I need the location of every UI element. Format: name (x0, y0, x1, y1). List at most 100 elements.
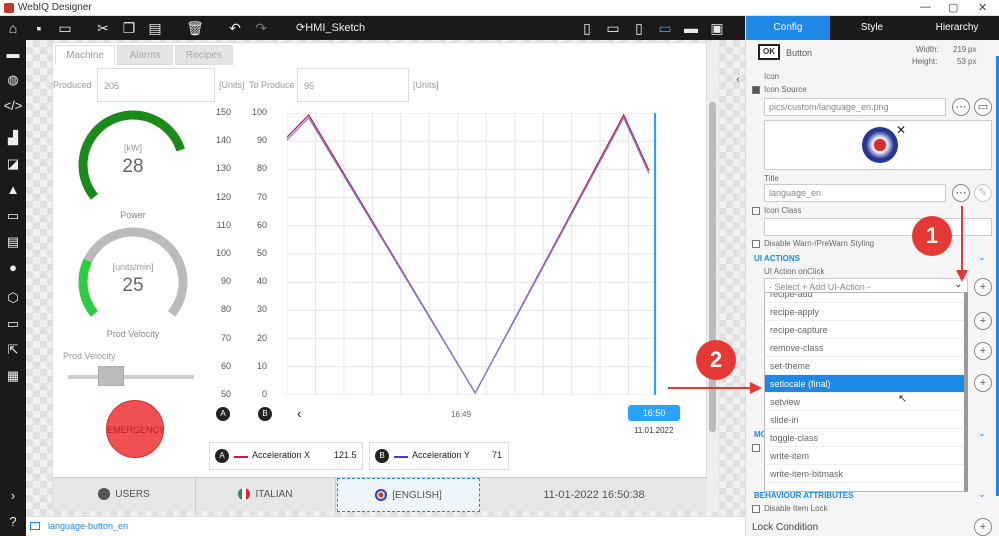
selected-item-name[interactable]: language-button_en (48, 521, 128, 531)
y-tick-label: 90 (256, 135, 267, 146)
title-bar: WebIQ Designer — ▢ ✕ (0, 0, 999, 16)
device-desktop-icon[interactable]: ▣ (706, 16, 728, 40)
globe-icon[interactable]: ◍ (0, 72, 26, 88)
paste-icon[interactable]: ▤ (144, 16, 166, 40)
legend-y-value: 71 (492, 450, 503, 460)
y-tick-label: 50 (256, 248, 267, 258)
dropdown-item[interactable]: slide-in (765, 411, 965, 429)
tab-machine[interactable]: Machine (55, 45, 115, 65)
legend-a-icon: A (215, 449, 229, 463)
italian-button[interactable]: ITALIAN (196, 478, 336, 512)
legend-b-icon: B (375, 449, 389, 463)
velocity-unit: [units/min] (112, 262, 154, 272)
y-tick-label: 70 (220, 332, 231, 343)
y-tick-label: 120 (215, 191, 231, 202)
icon-source-input[interactable]: pics/custom/language_en.png (764, 98, 946, 116)
device-phone-portrait-icon[interactable]: ▯ (576, 16, 598, 40)
velocity-title: Prod Velocity (106, 329, 160, 339)
hmi-screen: Machine Alarms Recipes Produced 205 [Uni… (52, 42, 708, 512)
app-title: WebIQ Designer (18, 2, 92, 13)
cursor-a-icon[interactable]: A (216, 407, 230, 421)
user-icon[interactable]: ● (0, 260, 26, 275)
code-icon[interactable]: </> (0, 98, 26, 113)
flag-italy-icon (238, 488, 251, 501)
behaviour-header[interactable]: BEHAVIOUR ATTRIBUTES (754, 491, 853, 500)
package-icon[interactable]: ⬡ (0, 290, 26, 306)
y-tick-label: 90 (220, 276, 231, 287)
collapse-panel-icon[interactable]: ‹ (731, 68, 745, 92)
monitor-icon[interactable]: ▭ (0, 316, 26, 332)
list-icon[interactable]: ▤ (0, 234, 26, 250)
remove-icon[interactable]: ✕ (896, 123, 906, 137)
redo-icon[interactable]: ↷ (250, 16, 272, 40)
expand-sidebar-icon[interactable]: › (0, 488, 26, 503)
lock-condition-label: Lock Condition (752, 522, 819, 533)
dropdown-item[interactable]: toggle-class (765, 429, 965, 447)
y-tick-label: 0 (261, 389, 267, 399)
icon-source-preview-icon[interactable]: ▭ (974, 98, 992, 116)
to-produce-field: 95 (297, 68, 409, 102)
arrow-2-head (750, 382, 762, 394)
icon-source-more-icon[interactable]: ⋯ (952, 98, 970, 116)
main-toolbar: ⌂ ▪ ▭ ✂ ❐ ▤ 🗑 ↶ ↷ ⟳HMI_Sketch ▯ ▭ ▯ ▭ ▬ … (0, 16, 745, 40)
save-icon[interactable]: ▪ (28, 16, 50, 40)
icon-source-checkbox[interactable] (752, 86, 760, 94)
add-lock-condition-icon[interactable]: + (974, 518, 992, 536)
dropdown-item[interactable]: write-item-bitmask (765, 465, 965, 483)
tab-config[interactable]: Config (746, 16, 830, 40)
disable-item-lock-checkbox[interactable] (752, 505, 760, 513)
mo-chevron-icon[interactable]: ⌄ (978, 428, 986, 439)
height-value: 53 (957, 57, 966, 66)
home-icon[interactable]: ⌂ (2, 16, 24, 40)
trend-chart[interactable] (287, 113, 657, 395)
mouse-cursor-icon: ↖ (898, 393, 908, 405)
chart-icon[interactable]: ◪ (0, 156, 26, 172)
produced-field: 205 (97, 68, 215, 102)
layout-icon[interactable]: ▬ (0, 46, 26, 61)
delete-icon[interactable]: 🗑 (184, 16, 206, 40)
y-tick-label: 60 (256, 219, 267, 230)
cursor-b-icon[interactable]: B (258, 407, 272, 421)
close-window-button[interactable]: ✕ (978, 1, 987, 14)
device-laptop-icon[interactable]: ▬ (680, 16, 702, 40)
device-phone-landscape-icon[interactable]: ▭ (602, 16, 624, 40)
chart-back-icon[interactable]: ‹ (297, 405, 302, 421)
minimize-button[interactable]: — (920, 1, 931, 13)
tab-alarms[interactable]: Alarms (117, 45, 173, 65)
grid-icon[interactable]: ▦ (0, 368, 26, 384)
velocity-slider-handle[interactable] (98, 366, 124, 386)
mo-checkbox[interactable] (752, 444, 760, 452)
legend-item-acceleration-x[interactable]: A Acceleration X 121.5 (209, 442, 363, 470)
legend-y-line (394, 456, 408, 458)
y-tick-label: 110 (216, 219, 231, 230)
velocity-slider-track[interactable] (68, 375, 194, 379)
users-button[interactable]: USERS (53, 478, 196, 512)
tab-style[interactable]: Style (830, 16, 914, 40)
cut-icon[interactable]: ✂ (92, 16, 114, 40)
maximize-button[interactable]: ▢ (948, 1, 958, 14)
velocity-value: 25 (122, 275, 144, 296)
widgets-icon[interactable]: ▟ (0, 130, 26, 146)
english-button[interactable]: [ENGLISH] (337, 478, 480, 512)
legend-item-acceleration-y[interactable]: B Acceleration Y 71 (369, 442, 509, 470)
alarm-icon[interactable]: ▲ (0, 182, 26, 197)
device-tablet-portrait-icon[interactable]: ▯ (628, 16, 650, 40)
project-name[interactable]: ⟳HMI_Sketch (296, 16, 365, 40)
dropdown-item[interactable]: write-item (765, 447, 965, 465)
device-tablet-landscape-icon[interactable]: ▭ (654, 16, 676, 40)
help-icon[interactable]: ? (0, 514, 26, 529)
y-axis-left: 150 140 130 120 110 100 90 80 70 60 50 (207, 43, 231, 443)
undo-icon[interactable]: ↶ (224, 16, 246, 40)
y-tick-label: 140 (215, 135, 231, 146)
tab-hierarchy[interactable]: Hierarchy (914, 16, 999, 40)
cursor-time-badge[interactable]: 16:50 (628, 405, 680, 421)
emergency-button[interactable]: EMERGENCY (106, 400, 165, 458)
behaviour-chevron-icon[interactable]: ⌄ (978, 489, 986, 500)
icon-preview-box: ✕ (764, 120, 992, 170)
preview-icon[interactable]: ▭ (54, 16, 76, 40)
export-icon[interactable]: ⇱ (0, 342, 26, 358)
recipe-icon[interactable]: ▭ (0, 208, 26, 224)
power-value: 28 (122, 156, 144, 177)
copy-icon[interactable]: ❐ (118, 16, 140, 40)
series-line-acceleration-y (287, 116, 650, 395)
